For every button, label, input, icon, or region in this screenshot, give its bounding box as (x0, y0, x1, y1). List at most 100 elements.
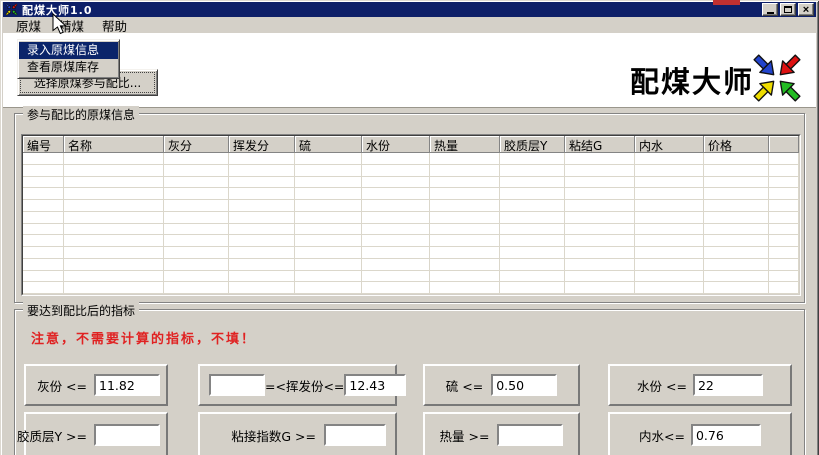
table-cell (64, 164, 164, 177)
table-cell (362, 176, 430, 189)
table-cell (430, 188, 500, 200)
caking-index-label: 粘接指数G >= (231, 428, 316, 444)
maximize-icon (784, 6, 792, 13)
table-cell (229, 282, 295, 294)
gel-layer-input[interactable] (94, 424, 160, 446)
table-cell (295, 223, 362, 236)
table-cell (164, 282, 229, 294)
volatile-min-input[interactable] (209, 374, 265, 396)
table-cell (430, 258, 500, 271)
blend-coal-info-groupbox: 参与配比的原煤信息 编号 名称 灰分 挥发分硫水份 热量 胶质层Y 粘结G 内水 价格 (14, 106, 805, 303)
table-row (23, 211, 799, 224)
inner-moisture-label: 内水<= (639, 428, 685, 444)
table-cell (769, 235, 799, 247)
column-header: 胶质层Y (500, 136, 565, 153)
table-cell (565, 153, 635, 165)
table-cell (565, 235, 635, 247)
heat-input[interactable] (497, 424, 564, 446)
table-cell (565, 164, 635, 177)
table-cell (64, 223, 164, 236)
table-cell (229, 176, 295, 189)
table-cell (64, 258, 164, 271)
coal-grid[interactable]: 编号 名称 灰分 挥发分硫水份 热量 胶质层Y 粘结G 内水 价格 (21, 134, 801, 296)
grid-body (23, 153, 799, 294)
heat-label: 热量 >= (439, 428, 490, 444)
table-cell (704, 235, 769, 247)
table-row (23, 270, 799, 283)
maximize-button[interactable] (780, 3, 796, 16)
moisture-input[interactable] (692, 374, 763, 396)
table-cell (635, 258, 704, 271)
table-cell (704, 258, 769, 271)
table-cell (229, 247, 295, 259)
table-cell (704, 188, 769, 200)
sulfur-label: 硫 <= (445, 378, 484, 394)
moisture-field-panel: 水份 <= (608, 364, 792, 406)
table-cell (430, 153, 500, 165)
table-cell (295, 270, 362, 283)
sulfur-input[interactable] (491, 374, 558, 396)
ash-input[interactable] (94, 374, 160, 396)
close-icon: × (802, 3, 810, 16)
table-cell (565, 200, 635, 212)
gel-layer-label: 胶质层Y >= (16, 428, 87, 444)
pinwheel-arrows-icon (751, 52, 803, 108)
table-cell (229, 164, 295, 177)
table-cell (500, 270, 565, 283)
menu-item-view-raw-coal-stock[interactable]: 查看原煤库存 (19, 59, 118, 76)
table-cell (704, 223, 769, 236)
table-cell (500, 153, 565, 165)
caking-index-input[interactable] (324, 424, 386, 446)
table-cell (635, 223, 704, 236)
table-cell (23, 270, 64, 283)
inner-moisture-input[interactable] (690, 424, 761, 446)
table-cell (430, 200, 500, 212)
table-cell (23, 223, 64, 236)
close-button[interactable]: × (798, 3, 814, 16)
table-cell (635, 270, 704, 283)
table-cell (64, 153, 164, 165)
table-cell (295, 153, 362, 165)
table-row (23, 200, 799, 212)
table-cell (704, 247, 769, 259)
table-cell (565, 211, 635, 224)
table-cell (769, 270, 799, 283)
table-cell (362, 164, 430, 177)
table-row (23, 153, 799, 165)
table-cell (229, 235, 295, 247)
table-cell (565, 223, 635, 236)
table-cell (704, 211, 769, 224)
table-cell (164, 235, 229, 247)
menu-item-enter-raw-coal-info[interactable]: 录入原煤信息 (19, 42, 118, 59)
table-cell (23, 282, 64, 294)
table-cell (229, 188, 295, 200)
sulfur-field-panel: 硫 <= (423, 364, 580, 406)
column-header: 水份 (362, 136, 430, 153)
table-cell (362, 153, 430, 165)
volatile-max-input[interactable] (344, 374, 407, 396)
inner-moisture-field-panel: 内水<= (608, 412, 792, 455)
column-header: 名称 (64, 136, 164, 153)
table-cell (295, 200, 362, 212)
table-cell (229, 258, 295, 271)
table-cell (23, 188, 64, 200)
table-cell (164, 223, 229, 236)
table-cell (64, 282, 164, 294)
table-cell (23, 164, 64, 177)
table-cell (362, 211, 430, 224)
table-row (23, 223, 799, 236)
table-cell (500, 247, 565, 259)
column-header: 硫 (295, 136, 362, 153)
table-cell (164, 270, 229, 283)
table-cell (769, 153, 799, 165)
minimize-button[interactable] (762, 3, 778, 16)
table-cell (164, 258, 229, 271)
minimize-icon (766, 12, 774, 14)
table-cell (769, 211, 799, 224)
table-cell (23, 211, 64, 224)
column-header: 挥发分 (229, 136, 295, 153)
table-cell (704, 270, 769, 283)
table-cell (23, 153, 64, 165)
table-cell (430, 270, 500, 283)
column-header: 热量 (430, 136, 500, 153)
